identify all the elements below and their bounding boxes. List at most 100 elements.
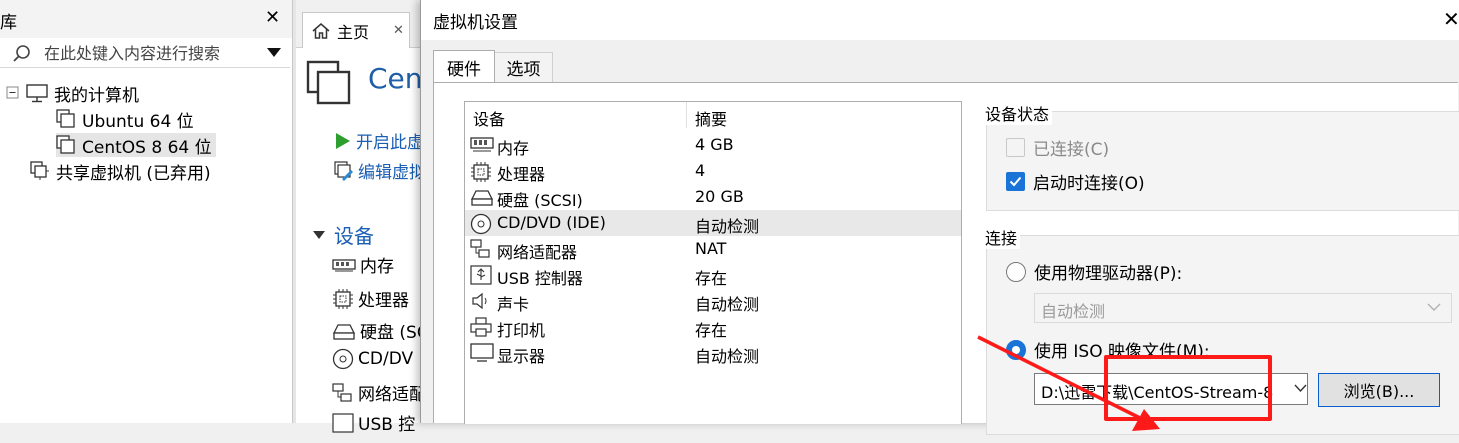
checkmark-icon	[1006, 172, 1025, 191]
device-row-printer[interactable]: 打印机 存在	[465, 314, 961, 340]
library-search-input[interactable]	[44, 40, 254, 66]
hard-disk-icon	[332, 322, 356, 340]
checkbox-box	[1006, 138, 1025, 157]
power-on-link[interactable]: 开启此虚	[334, 128, 424, 153]
tree-item-label: 我的计算机	[54, 85, 139, 106]
memory-icon	[470, 135, 494, 153]
device-row-sound[interactable]: 声卡 自动检测	[465, 288, 961, 314]
connected-checkbox[interactable]: 已连接(C)	[1006, 135, 1109, 160]
device-row-hard-disk[interactable]: 硬盘 (SCSI) 20 GB	[465, 184, 961, 210]
vm-icon	[56, 109, 76, 129]
edit-settings-link[interactable]: 编辑虚拟	[334, 158, 426, 183]
tree-item-label: CentOS 8 64 位	[82, 137, 212, 158]
device-row-processor[interactable]: 处理器 4	[465, 158, 961, 184]
connect-at-power-on-checkbox[interactable]: 启动时连接(O)	[1006, 169, 1145, 194]
printer-icon	[470, 317, 492, 337]
processor-icon	[470, 161, 492, 183]
device-summary: 4 GB	[695, 135, 734, 154]
device-status-title: 设备状态	[982, 101, 1053, 125]
library-panel: 库 ✕ 我的计算机 Ubuntu 64 位 CentOS 8 64 位	[0, 0, 292, 423]
tab-home[interactable]: 主页 ✕	[302, 12, 410, 48]
edit-vm-icon	[334, 160, 354, 181]
device-row-network[interactable]: 网络适配器 NAT	[465, 236, 961, 262]
processor-icon	[332, 288, 354, 310]
home-icon	[311, 22, 331, 40]
tab-hardware[interactable]: 硬件	[433, 50, 495, 83]
vm-icon	[56, 135, 76, 155]
bg-device-cd-dvd[interactable]: CD/DV	[332, 348, 413, 370]
main-window: 主页 ✕ Cent 开启此虚 编辑虚拟 设备 内存 处理器 硬盘 (SC CD/…	[296, 0, 434, 435]
device-row-cd-dvd[interactable]: CD/DVD (IDE) 自动检测	[465, 210, 961, 236]
network-adapter-icon	[470, 239, 492, 259]
connection-title: 连接	[982, 225, 1021, 249]
tree-item-ubuntu[interactable]: Ubuntu 64 位	[56, 107, 194, 132]
hard-disk-icon	[470, 187, 494, 207]
device-name: CD/DVD (IDE)	[497, 213, 606, 232]
physical-drive-select[interactable]: 自动检测	[1034, 293, 1452, 323]
link-label: 开启此虚	[356, 133, 424, 153]
library-title: 库	[0, 13, 17, 33]
device-list[interactable]: 设备 摘要 内存 4 GB 处理器 4 硬盘 (SCSI) 20 GB CD/D…	[464, 101, 962, 424]
tab-close-button[interactable]: ✕	[393, 23, 404, 38]
shared-vm-icon	[30, 161, 50, 181]
display-icon	[470, 343, 494, 363]
devices-section-heading[interactable]: 设备	[312, 220, 374, 249]
device-summary: 自动检测	[695, 217, 760, 236]
cd-dvd-icon	[332, 348, 354, 370]
device-name: 处理器	[497, 165, 546, 184]
column-header-device[interactable]: 设备	[473, 106, 505, 130]
device-name: 网络适配器	[497, 243, 578, 262]
chevron-down-icon[interactable]	[1291, 374, 1307, 404]
play-icon	[334, 132, 352, 150]
radio-label: 使用物理驱动器(P):	[1034, 264, 1183, 284]
device-summary: 自动检测	[695, 295, 760, 314]
tree-item-label: Ubuntu 64 位	[82, 111, 194, 132]
physical-drive-radio[interactable]: 使用物理驱动器(P):	[1006, 259, 1182, 284]
device-label: 硬盘 (SC	[360, 323, 429, 343]
tree-item-shared-vms[interactable]: 共享虚拟机 (已弃用)	[30, 159, 211, 184]
radio-circle	[1006, 261, 1026, 282]
usb-icon	[470, 265, 492, 285]
device-name: 显示器	[497, 347, 546, 366]
device-summary: 存在	[695, 321, 728, 340]
tab-options[interactable]: 选项	[495, 52, 553, 82]
dialog-close-button[interactable]: ✕	[1443, 8, 1459, 30]
tree-item-centos[interactable]: CentOS 8 64 位	[56, 133, 216, 158]
memory-icon	[332, 257, 356, 273]
hardware-page: 设备 摘要 内存 4 GB 处理器 4 硬盘 (SCSI) 20 GB CD/D…	[433, 82, 1459, 435]
column-header-summary[interactable]: 摘要	[695, 106, 727, 130]
library-header: 库 ✕	[0, 0, 292, 38]
device-name: 声卡	[497, 295, 530, 314]
search-dropdown-icon[interactable]	[266, 46, 282, 58]
device-summary: 自动检测	[695, 347, 760, 366]
select-value: 自动检测	[1041, 302, 1106, 321]
dialog-titlebar: 虚拟机设置 ✕	[421, 0, 1459, 40]
vm-settings-dialog: 虚拟机设置 ✕ 硬件 选项 设备 摘要 内存 4 GB 处理器 4 硬盘 (SC…	[420, 0, 1459, 435]
bg-device-network[interactable]: 网络适配	[332, 380, 426, 405]
section-label: 设备	[334, 224, 374, 248]
library-search-bar	[0, 38, 290, 68]
tab-bar: 主页 ✕	[296, 0, 426, 48]
collapse-icon[interactable]	[6, 86, 20, 100]
device-name: 内存	[497, 139, 530, 158]
device-summary: NAT	[695, 239, 727, 258]
device-label: 内存	[360, 257, 394, 277]
bg-device-hard-disk[interactable]: 硬盘 (SC	[332, 318, 429, 343]
bg-device-processor[interactable]: 处理器	[332, 286, 409, 311]
tree-item-my-computer[interactable]: 我的计算机	[6, 81, 139, 106]
library-close-button[interactable]: ✕	[265, 8, 280, 28]
device-row-usb[interactable]: USB 控制器 存在	[465, 262, 961, 288]
device-label: 处理器	[358, 291, 409, 311]
checkbox-label: 启动时连接(O)	[1033, 174, 1145, 194]
device-summary: 20 GB	[695, 187, 744, 206]
device-row-display[interactable]: 显示器 自动检测	[465, 340, 961, 366]
bg-device-memory[interactable]: 内存	[332, 252, 394, 277]
tree-item-label: 共享虚拟机 (已弃用)	[56, 163, 211, 184]
device-name: 打印机	[497, 321, 546, 340]
chevron-down-icon	[1427, 303, 1441, 312]
device-name: USB 控制器	[497, 269, 583, 288]
dialog-title: 虚拟机设置	[433, 13, 518, 33]
browse-button[interactable]: 浏览(B)...	[1318, 373, 1440, 407]
device-row-memory[interactable]: 内存 4 GB	[465, 132, 961, 158]
device-label: CD/DV	[358, 349, 414, 369]
